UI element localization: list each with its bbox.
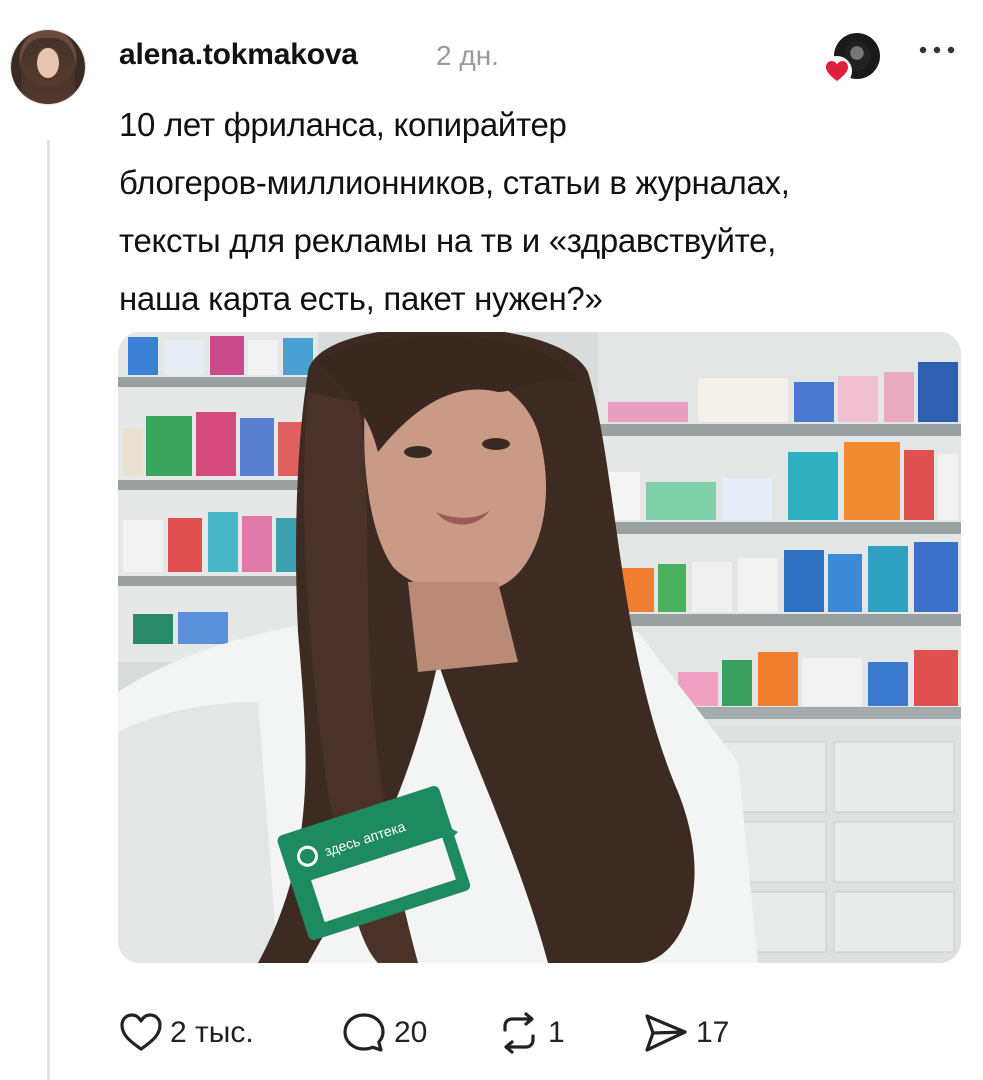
heart-badge	[822, 56, 852, 86]
comment-count: 20	[394, 1016, 428, 1049]
like-count: 2 тыс.	[170, 1016, 254, 1049]
pharmacy-selfie-image: здесь аптека	[118, 332, 961, 963]
post-photo[interactable]: здесь аптека	[118, 332, 961, 963]
post-text: 10 лет фриланса, копирайтер блогеров-мил…	[119, 106, 790, 317]
speech-bubble-icon	[343, 1013, 385, 1052]
avatar-face	[37, 48, 59, 78]
repost-count: 1	[548, 1016, 565, 1049]
thread-post: alena.tokmakova 2 дн. 10 лет фриланса, к…	[0, 0, 983, 1080]
post-actions: 2 тыс. 20 1 17	[118, 1006, 818, 1060]
repost-button[interactable]: 1	[496, 1006, 565, 1060]
author-username[interactable]: alena.tokmakova	[119, 38, 358, 72]
thread-connector-line	[47, 140, 50, 1080]
share-button[interactable]: 17	[642, 1006, 729, 1060]
heart-outline-icon	[120, 1013, 162, 1051]
share-count: 17	[696, 1016, 730, 1049]
repost-arrows-icon	[503, 1012, 535, 1054]
more-dots-icon[interactable]	[917, 40, 957, 60]
heart-filled-icon	[826, 61, 848, 81]
author-avatar[interactable]	[11, 30, 85, 104]
paper-plane-icon	[645, 1014, 687, 1052]
post-timestamp: 2 дн.	[436, 40, 499, 71]
like-button[interactable]: 2 тыс.	[118, 1006, 254, 1060]
comment-button[interactable]: 20	[340, 1006, 427, 1060]
